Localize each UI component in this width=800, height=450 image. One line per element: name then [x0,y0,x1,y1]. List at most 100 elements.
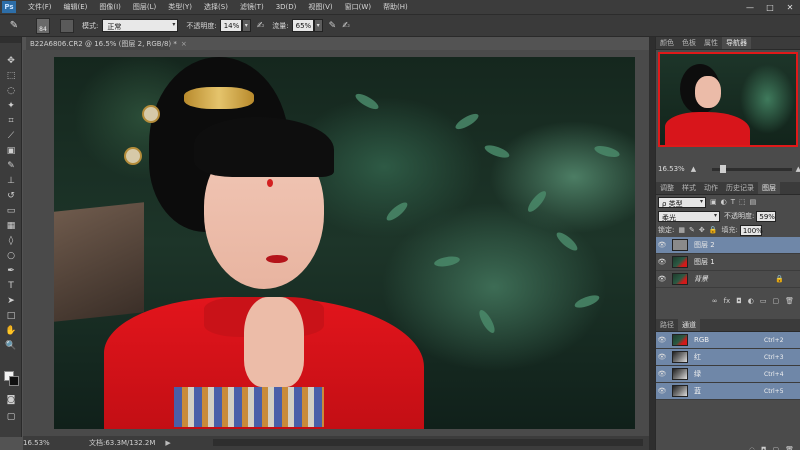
delete-layer-icon[interactable]: 🗑 [785,297,794,305]
pressure-size-icon[interactable]: ✍ [342,21,350,31]
eye-icon[interactable]: 👁 [656,258,668,266]
eraser-tool-icon[interactable]: ▭ [0,203,22,218]
brush-panel-toggle-icon[interactable] [60,18,74,33]
move-tool-icon[interactable]: ✥ [0,53,22,68]
menu-image[interactable]: 图像(I) [99,2,121,12]
background-color-swatch[interactable] [9,376,19,386]
delete-channel-icon[interactable]: 🗑 [785,446,794,450]
menu-edit[interactable]: 编辑(E) [64,2,88,12]
lock-position-icon[interactable]: ✥ [699,226,705,234]
menu-view[interactable]: 视图(V) [308,2,332,12]
quick-mask-icon[interactable]: ◙ [0,392,22,407]
healing-brush-tool-icon[interactable]: ▣ [0,143,22,158]
status-zoom[interactable]: 16.53% [23,439,53,447]
type-tool-icon[interactable]: T [0,278,22,293]
filter-shape-icon[interactable]: ⬚ [739,198,746,206]
tab-channels[interactable]: 通道 [678,319,700,331]
lock-transparent-icon[interactable]: ▦ [678,226,685,234]
pressure-opacity-icon[interactable]: ✍ [257,21,265,31]
status-menu-arrow-icon[interactable]: ▶ [165,439,170,447]
tab-actions[interactable]: 动作 [700,182,722,194]
add-mask-icon[interactable]: ◘ [736,297,742,305]
tab-paths[interactable]: 路径 [656,319,678,331]
layer-kind-filter[interactable]: ρ 类型 [658,196,706,208]
pen-tool-icon[interactable]: ✒ [0,263,22,278]
menu-3d[interactable]: 3D(D) [276,3,297,11]
layer-row[interactable]: 👁 图层 1 [656,254,800,271]
blend-mode-select[interactable]: 柔光 [658,210,720,222]
menu-window[interactable]: 窗口(W) [345,2,371,12]
tab-color[interactable]: 颜色 [656,37,678,49]
maximize-button[interactable]: □ [760,0,780,14]
eye-icon[interactable]: 👁 [656,241,668,249]
layer-row[interactable]: 👁 背景 🔒 [656,271,800,288]
load-selection-icon[interactable]: ◌ [749,446,755,450]
lock-all-icon[interactable]: 🔒 [709,226,718,234]
blur-tool-icon[interactable]: ◊ [0,233,22,248]
tab-styles[interactable]: 样式 [678,182,700,194]
menu-filter[interactable]: 滤镜(T) [240,2,264,12]
zoom-slider-knob[interactable] [720,164,727,173]
airbrush-icon[interactable]: ✎ [329,21,337,31]
new-channel-icon[interactable]: ▢ [772,446,779,450]
canvas-area[interactable] [23,50,649,436]
channel-row[interactable]: 👁 红 Ctrl+3 [656,349,800,366]
close-document-icon[interactable]: × [181,40,187,48]
screen-mode-icon[interactable]: ▢ [0,409,22,424]
link-layers-icon[interactable]: ∞ [712,297,718,305]
eye-icon[interactable]: 👁 [656,275,668,283]
tab-layers[interactable]: 图层 [758,182,780,194]
menu-select[interactable]: 选择(S) [204,2,228,12]
menu-file[interactable]: 文件(F) [28,2,52,12]
new-layer-icon[interactable]: ▢ [772,297,779,305]
eye-icon[interactable]: 👁 [656,353,668,361]
lasso-tool-icon[interactable]: ◌ [0,83,22,98]
zoom-tool-icon[interactable]: 🔍 [0,338,22,353]
path-select-tool-icon[interactable]: ➤ [0,293,22,308]
fill-input[interactable]: 100% [739,224,763,236]
eye-icon[interactable]: 👁 [656,370,668,378]
save-selection-icon[interactable]: ◘ [761,446,767,450]
flow-dropdown-icon[interactable]: ▾ [313,19,323,32]
horizontal-scrollbar[interactable] [213,439,643,446]
quick-select-tool-icon[interactable]: ✦ [0,98,22,113]
menu-type[interactable]: 类型(Y) [168,2,192,12]
tools-panel-grip[interactable] [0,37,21,43]
shape-tool-icon[interactable]: □ [0,308,22,323]
channel-row[interactable]: 👁 绿 Ctrl+4 [656,366,800,383]
adjustment-layer-icon[interactable]: ◐ [748,297,754,305]
tab-properties[interactable]: 属性 [700,37,722,49]
tab-navigator[interactable]: 导航器 [722,37,751,49]
eye-icon[interactable]: 👁 [656,336,668,344]
channel-row[interactable]: 👁 蓝 Ctrl+5 [656,383,800,400]
opacity-dropdown-icon[interactable]: ▾ [241,19,251,32]
history-brush-tool-icon[interactable]: ↺ [0,188,22,203]
layer-style-icon[interactable]: fx [724,297,731,305]
zoom-out-icon[interactable]: ▲ [691,165,696,173]
channel-row[interactable]: 👁 RGB Ctrl+2 [656,332,800,349]
lock-image-icon[interactable]: ✎ [689,226,695,234]
tab-history[interactable]: 历史记录 [722,182,758,194]
close-button[interactable]: ✕ [780,0,800,14]
marquee-tool-icon[interactable]: ⬚ [0,68,22,83]
new-group-icon[interactable]: ▭ [760,297,767,305]
crop-tool-icon[interactable]: ⌗ [0,113,22,128]
document-tab[interactable]: B22A6806.CR2 @ 16.5% (图层 2, RGB/8) * × [26,37,187,50]
dodge-tool-icon[interactable]: ○ [0,248,22,263]
layer-row[interactable]: 👁 图层 2 [656,237,800,254]
mode-select[interactable]: 正常 [102,19,179,32]
navigator-zoom-slider[interactable] [712,164,792,173]
navigator-zoom-value[interactable]: 16.53% [658,165,685,173]
clone-stamp-tool-icon[interactable]: ⊥ [0,173,22,188]
brush-size-picker[interactable]: 84 [36,17,50,34]
zoom-in-icon[interactable]: ▲ [796,165,800,173]
filter-smart-icon[interactable]: ▤ [750,198,757,206]
layer-opacity-input[interactable]: 59% [756,210,777,222]
eye-icon[interactable]: 👁 [656,387,668,395]
minimize-button[interactable]: — [740,0,760,14]
opacity-input[interactable]: 14% [219,19,242,32]
brush-tool-preset-icon[interactable]: ✎ [4,18,24,34]
hand-tool-icon[interactable]: ✋ [0,323,22,338]
photo-canvas[interactable] [54,57,635,429]
menu-layer[interactable]: 图层(L) [133,2,156,12]
